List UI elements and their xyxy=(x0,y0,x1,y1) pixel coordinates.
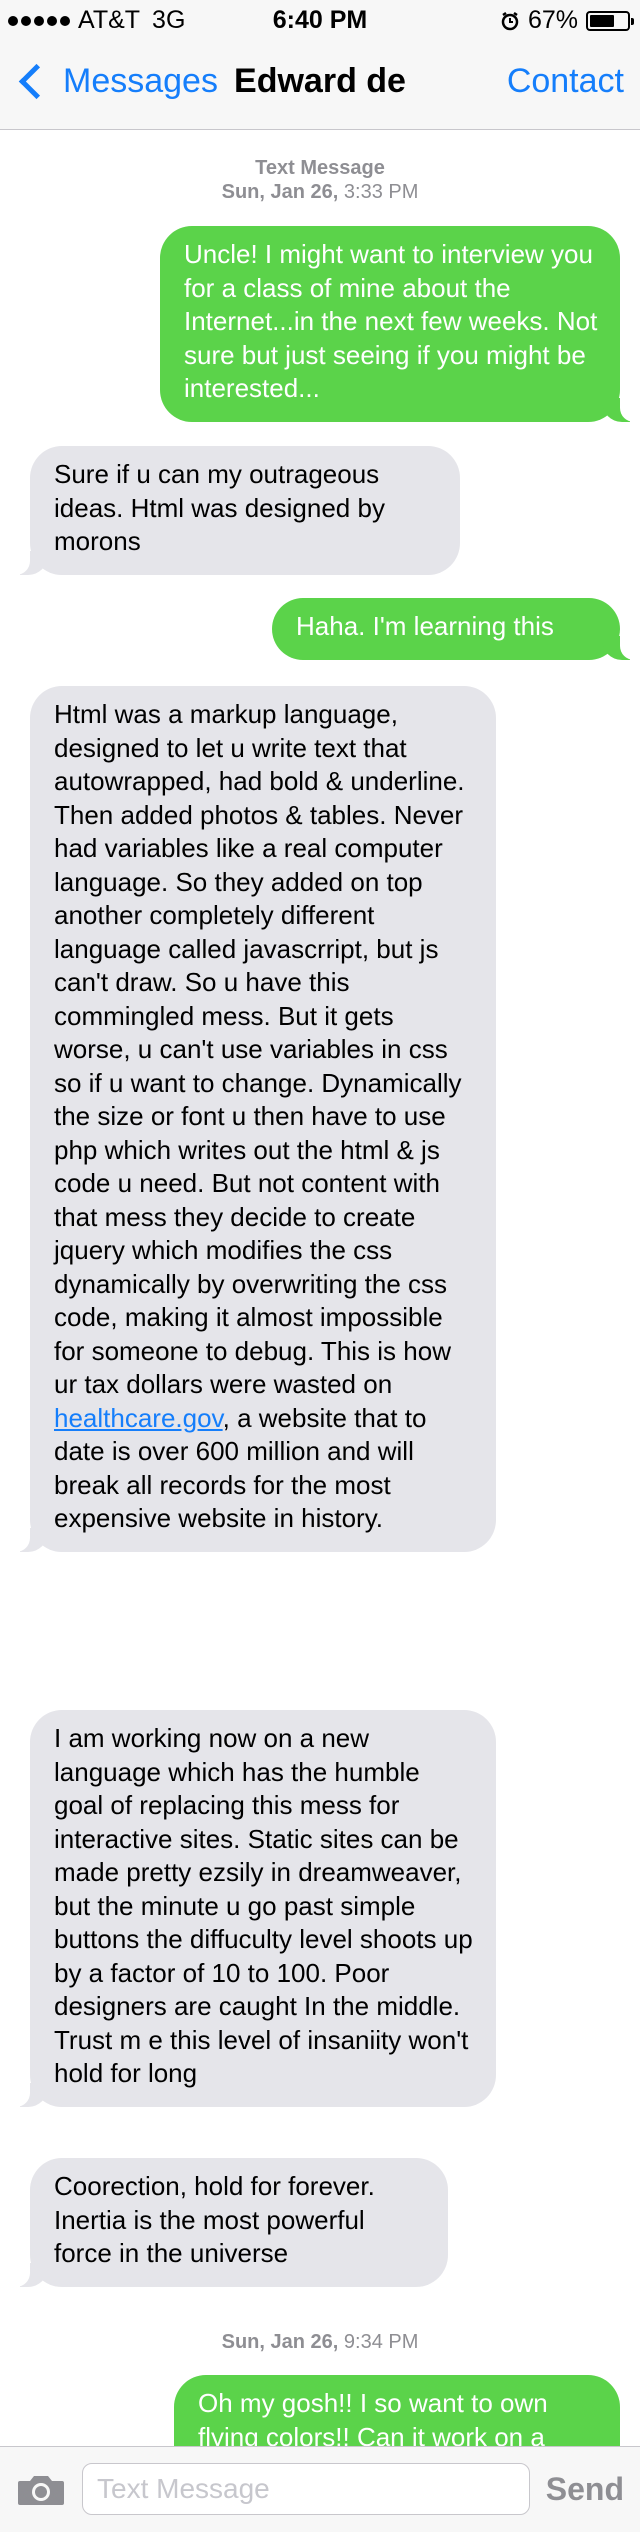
incoming-message[interactable]: I am working now on a new language which… xyxy=(8,1710,496,2107)
incoming-message[interactable]: Sure if u can my outrageous ideas. Html … xyxy=(8,446,460,575)
outgoing-message[interactable]: Uncle! I might want to interview you for… xyxy=(160,226,640,422)
thread-header-label: Text Message xyxy=(255,157,385,179)
battery-icon xyxy=(586,10,634,31)
battery-fill xyxy=(590,14,615,27)
camera-icon[interactable] xyxy=(16,2473,66,2507)
battery-percent: 67% xyxy=(527,6,578,34)
compose-bar: Text Message Send xyxy=(0,2446,640,2532)
alarm-clock-icon xyxy=(501,11,519,30)
timestamp-date: Sun, Jan 26, xyxy=(221,2331,339,2353)
outgoing-message[interactable]: Haha. I'm learning this xyxy=(272,598,640,660)
timestamp-divider: Sun, Jan 26, 9:34 PM xyxy=(0,2330,640,2354)
status-bar: AT&T 3G 6:40 PM 67% xyxy=(0,0,640,40)
message-text: Html was a markup language, designed to … xyxy=(54,699,465,1399)
send-button[interactable]: Send xyxy=(546,2471,624,2508)
incoming-message[interactable]: Coorection, hold for forever. Inertia is… xyxy=(8,2158,448,2287)
navigation-bar: Messages Edward de Contact xyxy=(0,40,640,130)
thread-header-date: Sun, Jan 26, xyxy=(221,181,339,203)
contact-button[interactable]: Contact xyxy=(507,62,624,101)
thread-header-time: 3:33 PM xyxy=(343,181,419,203)
healthcare-gov-link[interactable]: healthcare.gov xyxy=(54,1403,223,1433)
status-right-group: 67% xyxy=(500,6,634,35)
thread-header: Text Message Sun, Jan 26, 3:33 PM xyxy=(0,156,640,204)
timestamp-time: 9:34 PM xyxy=(343,2331,419,2353)
incoming-message[interactable]: Html was a markup language, designed to … xyxy=(8,686,496,1552)
message-input[interactable]: Text Message xyxy=(82,2463,530,2515)
